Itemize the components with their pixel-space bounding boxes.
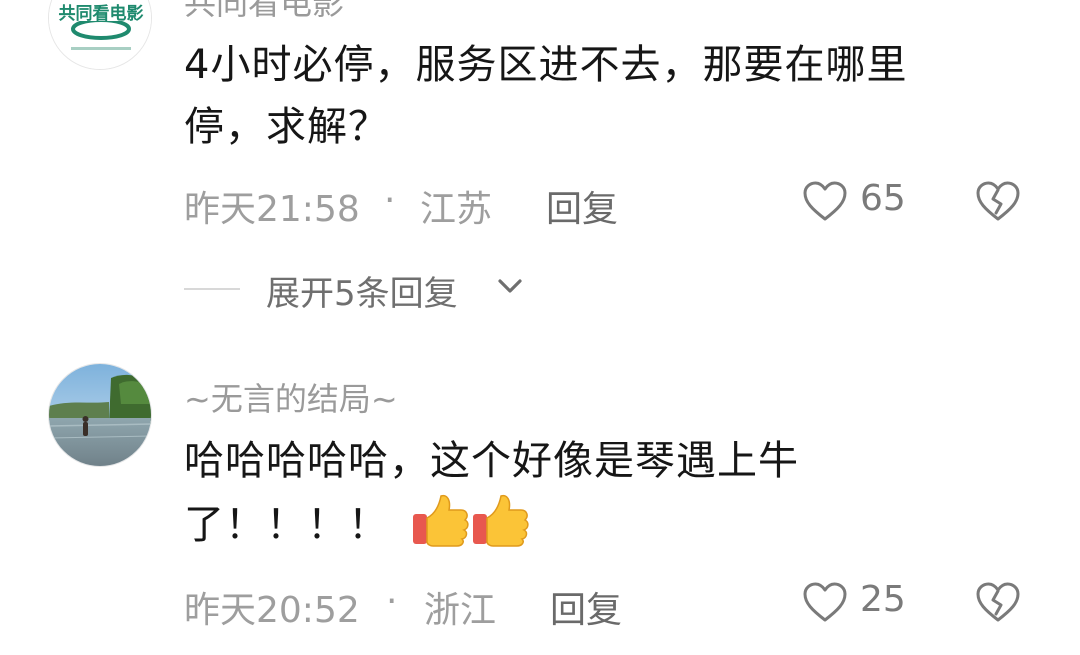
comment-time: 昨天20:52 xyxy=(184,590,360,631)
comment-text-line: 4小时必停，服务区进不去，那要在哪里 xyxy=(184,42,908,88)
comment-item: 共同看电影 共同看电影 4小时必停，服务区进不去，那要在哪里 停，求解？ 昨天2… xyxy=(0,0,1080,240)
username[interactable]: ~无言的结局~ xyxy=(184,374,398,420)
comment-text: 哈哈哈哈哈，这个好像是琴遇上牛 了！！！！ xyxy=(184,430,1004,566)
heart-outline-icon xyxy=(803,181,847,221)
meta-separator: · xyxy=(386,581,398,622)
comment-location: 浙江 xyxy=(424,590,497,631)
like-button[interactable]: 65 xyxy=(802,178,922,226)
heart-outline-icon xyxy=(803,582,847,622)
avatar-photo xyxy=(49,364,151,466)
like-button[interactable]: 25 xyxy=(802,579,922,627)
broken-heart-icon xyxy=(976,181,1020,221)
comment-text-line: 哈哈哈哈哈，这个好像是琴遇上牛 xyxy=(184,438,799,484)
comment-time: 昨天21:58 xyxy=(184,189,360,230)
comment-location: 江苏 xyxy=(420,189,493,230)
channel-logo: 共同看电影 xyxy=(49,0,151,69)
avatar[interactable] xyxy=(48,363,152,467)
reply-button[interactable]: 回复 xyxy=(550,581,622,633)
expand-replies-button[interactable]: 展开5条回复 xyxy=(184,266,544,314)
like-count: 25 xyxy=(860,579,906,620)
username[interactable]: 共同看电影 xyxy=(184,0,344,24)
thumbs-up-emoji xyxy=(411,492,529,566)
expand-replies-label: 展开5条回复 xyxy=(266,274,458,314)
dislike-button[interactable] xyxy=(975,581,1023,625)
chevron-down-icon xyxy=(498,279,522,293)
comment-text-line-2: 了！！！！ xyxy=(184,502,389,548)
reply-button[interactable]: 回复 xyxy=(546,180,618,232)
logo-text: 共同看电影 xyxy=(59,3,144,23)
comment-text-line: 了！！！！ xyxy=(184,492,1004,566)
comment-item: ~无言的结局~ 哈哈哈哈哈，这个好像是琴遇上牛 了！！！！ 昨天20:52 · … xyxy=(0,340,1080,655)
divider-line xyxy=(184,288,240,290)
meta-separator: · xyxy=(384,180,396,221)
comment-text: 4小时必停，服务区进不去，那要在哪里 停，求解？ xyxy=(184,34,1004,158)
comment-text-line: 停，求解？ xyxy=(184,104,389,150)
avatar[interactable]: 共同看电影 xyxy=(48,0,152,70)
broken-heart-icon xyxy=(976,582,1020,622)
dislike-button[interactable] xyxy=(975,180,1023,224)
like-count: 65 xyxy=(860,178,906,219)
